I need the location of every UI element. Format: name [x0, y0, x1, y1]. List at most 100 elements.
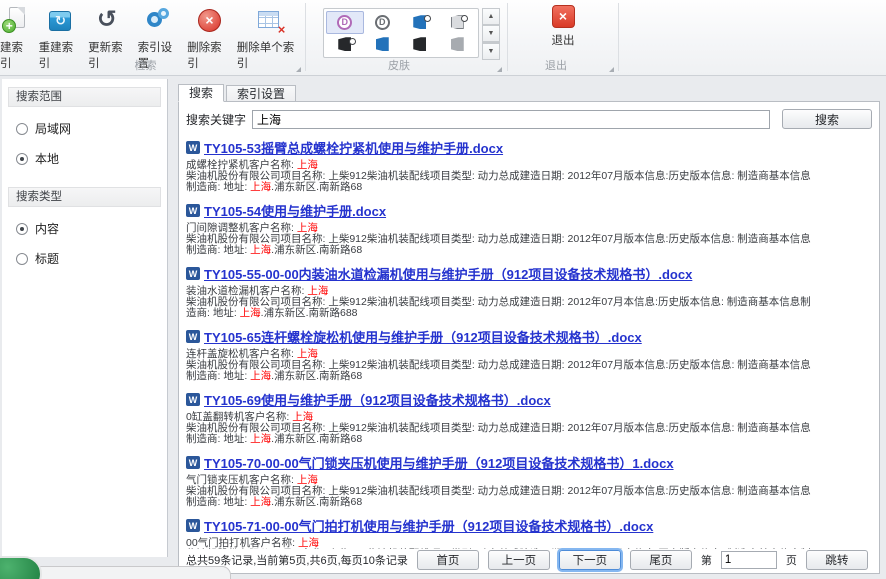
result-link[interactable]: TY105-71-00-00气门拍打机使用与维护手册（912项目设备技术规格书）…	[204, 516, 653, 535]
tab-strip: 搜索 索引设置	[178, 84, 298, 102]
exit-icon: ×	[552, 5, 575, 28]
floating-green-button[interactable]	[0, 556, 42, 579]
delete-index-icon: ×	[194, 6, 224, 36]
word-icon: W	[186, 519, 200, 532]
ribbon-separator	[618, 3, 619, 71]
ribbon: + 建索引 ↻ 重建索引 ↺ 更新索引 索引设置 × 删除索引	[0, 0, 886, 76]
exit-label: 退出	[552, 32, 575, 48]
radio-label: 局域网	[35, 120, 71, 137]
skin-devexpress-purple[interactable]: D	[326, 11, 364, 34]
sidebar-group-search-type: 搜索类型	[8, 187, 161, 207]
next-page-button[interactable]: 下一页	[559, 550, 621, 570]
sidebar-group-search-scope: 搜索范围	[8, 87, 161, 107]
result-link[interactable]: TY105-53摇臂总成螺栓拧紧机使用与维护手册.docx	[204, 138, 503, 157]
word-icon: W	[186, 456, 200, 469]
result-lines: 成螺栓拧紧机客户名称: 上海柴油机股份有限公司项目名称: 上柴912柴油机装配线…	[186, 160, 872, 193]
result-description: 制造商: 地址: 上海.浦东新区.南新路68	[186, 245, 872, 256]
skin-office-blue-clock[interactable]	[401, 11, 439, 34]
highlight-term: 上海	[250, 370, 271, 382]
radio-icon-selected[interactable]	[16, 153, 28, 165]
go-to-page-button[interactable]: 跳转	[806, 550, 868, 570]
highlight-term: 上海	[250, 244, 271, 256]
skin-office-black[interactable]	[401, 34, 439, 56]
result-link[interactable]: TY105-54使用与维护手册.docx	[204, 201, 386, 220]
radio-label: 标题	[35, 250, 59, 267]
sidebar: 搜索范围 局域网 本地 搜索类型 内容 标题	[2, 79, 168, 557]
results-list: W TY105-53摇臂总成螺栓拧紧机使用与维护手册.docx 成螺栓拧紧机客户…	[186, 138, 872, 574]
prev-page-button[interactable]: 上一页	[488, 550, 550, 570]
word-icon: W	[186, 141, 200, 154]
skin-devexpress-dark[interactable]: D	[364, 11, 402, 34]
result-link[interactable]: TY105-55-00-00内装油水道检漏机使用与维护手册（912项目设备技术规…	[204, 264, 692, 283]
index-settings-icon	[144, 6, 174, 36]
result-lines: 装油水道检漏机客户名称: 上海柴油机股份有限公司项目名称: 上柴912柴油机装配…	[186, 286, 872, 319]
ribbon-group-exit: × 退出 退出	[508, 0, 618, 75]
radio-label: 本地	[35, 150, 59, 167]
search-keyword-label: 搜索关键字	[186, 111, 246, 128]
highlight-term: 上海	[250, 496, 271, 508]
skin-office-black-clock[interactable]	[326, 34, 364, 56]
group-corner-arrow	[497, 67, 502, 72]
word-icon: W	[186, 330, 200, 343]
exit-button[interactable]: × 退出	[536, 5, 590, 48]
app-window: + 建索引 ↻ 重建索引 ↺ 更新索引 索引设置 × 删除索引	[0, 0, 886, 579]
last-page-button[interactable]: 尾页	[630, 550, 692, 570]
page-number-input[interactable]	[721, 551, 777, 569]
group-label-exit: 退出	[508, 57, 604, 73]
search-result-item: W TY105-65连杆螺栓旋松机使用与维护手册（912项目设备技术规格书）.d…	[186, 327, 872, 382]
rebuild-index-icon: ↻	[45, 6, 75, 36]
result-description: 制造商: 地址: 上海.浦东新区.南新路68	[186, 371, 872, 382]
highlight-term: 上海	[250, 433, 271, 445]
result-description: 制造商: 地址: 上海.浦东新区.南新路68	[186, 434, 872, 445]
search-result-item: W TY105-55-00-00内装油水道检漏机使用与维护手册（912项目设备技…	[186, 264, 872, 319]
result-description: 制造商: 地址: 上海.浦东新区.南新路68	[186, 182, 872, 193]
search-button[interactable]: 搜索	[782, 109, 872, 129]
radio-option-title[interactable]: 标题	[16, 250, 167, 267]
word-icon: W	[186, 267, 200, 280]
first-page-button[interactable]: 首页	[417, 550, 479, 570]
group-label-search: 检索	[0, 57, 291, 73]
gallery-scroll: ▲ ▼ ▼	[482, 8, 500, 58]
delete-single-index-icon: ×	[254, 6, 284, 36]
page-suffix-label: 页	[786, 552, 797, 568]
new-index-icon: +	[1, 6, 31, 36]
result-lines: 0缸盖翻转机客户名称: 上海柴油机股份有限公司项目名称: 上柴912柴油机装配线…	[186, 412, 872, 445]
page-prefix-label: 第	[701, 552, 712, 568]
floating-panel	[17, 566, 231, 579]
skin-office-blue[interactable]	[364, 34, 402, 56]
skin-office-gray[interactable]	[439, 34, 477, 56]
tab-search[interactable]: 搜索	[178, 84, 224, 102]
highlight-term: 上海	[240, 307, 261, 319]
radio-icon-selected[interactable]	[16, 223, 28, 235]
gallery-scroll-down-icon[interactable]: ▼	[482, 25, 500, 42]
group-label-skin: 皮肤	[306, 57, 492, 73]
radio-option-local[interactable]: 本地	[16, 150, 167, 167]
result-link[interactable]: TY105-65连杆螺栓旋松机使用与维护手册（912项目设备技术规格书）.doc…	[204, 327, 642, 346]
group-corner-arrow	[296, 67, 301, 72]
gallery-scroll-up-icon[interactable]: ▲	[482, 8, 500, 25]
pagination-bar: 总共59条记录,当前第5页,共6页,每页10条记录 首页 上一页 下一页 尾页 …	[186, 549, 872, 571]
radio-icon[interactable]	[16, 123, 28, 135]
search-result-item: W TY105-53摇臂总成螺栓拧紧机使用与维护手册.docx 成螺栓拧紧机客户…	[186, 138, 872, 193]
result-description: 造商: 地址: 上海.浦东新区.南新路688	[186, 308, 872, 319]
radio-icon[interactable]	[16, 253, 28, 265]
search-keyword-input[interactable]	[252, 110, 770, 129]
search-tab-page: 搜索关键字 搜索 W TY105-53摇臂总成螺栓拧紧机使用与维护手册.docx…	[178, 101, 880, 574]
word-icon: W	[186, 204, 200, 217]
radio-option-content[interactable]: 内容	[16, 220, 167, 237]
search-result-item: W TY105-69使用与维护手册（912项目设备技术规格书）.docx 0缸盖…	[186, 390, 872, 445]
result-lines: 连杆盖旋松机客户名称: 上海柴油机股份有限公司项目名称: 上柴912柴油机装配线…	[186, 349, 872, 382]
skin-office-light-clock[interactable]	[439, 11, 477, 34]
tab-index-settings[interactable]: 索引设置	[226, 85, 296, 102]
result-lines: 门间隙调整机客户名称: 上海柴油机股份有限公司项目名称: 上柴912柴油机装配线…	[186, 223, 872, 256]
ribbon-group-skin: D D ▲ ▼ ▼ 皮肤	[306, 0, 506, 75]
radio-option-lan[interactable]: 局域网	[16, 120, 167, 137]
result-link[interactable]: TY105-69使用与维护手册（912项目设备技术规格书）.docx	[204, 390, 551, 409]
word-icon: W	[186, 393, 200, 406]
ribbon-group-search: + 建索引 ↻ 重建索引 ↺ 更新索引 索引设置 × 删除索引	[0, 0, 305, 75]
update-index-icon: ↺	[95, 6, 125, 36]
group-corner-arrow	[609, 67, 614, 72]
radio-label: 内容	[35, 220, 59, 237]
result-link[interactable]: TY105-70-00-00气门锁夹压机使用与维护手册（912项目设备技术规格书…	[204, 453, 674, 472]
highlight-term: 上海	[250, 181, 271, 193]
